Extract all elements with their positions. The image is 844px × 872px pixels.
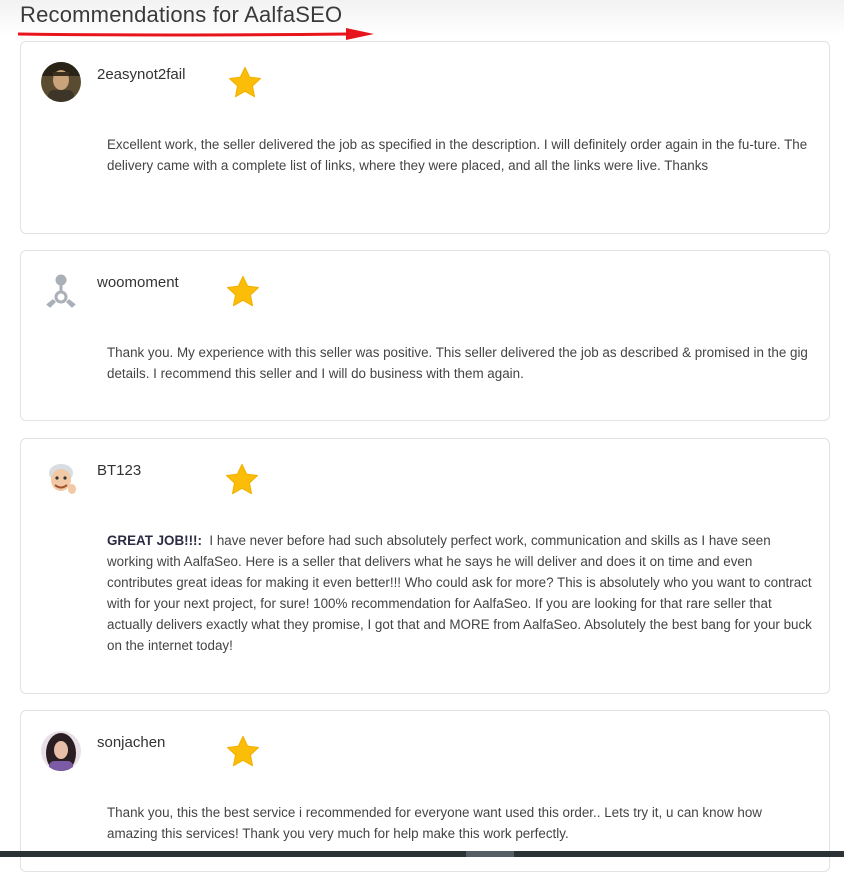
username[interactable]: 2easynot2fail	[97, 66, 185, 83]
username[interactable]: woomoment	[97, 274, 179, 291]
horizontal-scrollbar[interactable]	[0, 851, 844, 857]
review-card: sonjachen Thank you, this the best servi…	[20, 710, 830, 872]
default-user-icon[interactable]	[41, 271, 81, 311]
username[interactable]: BT123	[97, 462, 141, 479]
review-text: Thank you, this the best service i recom…	[107, 805, 762, 841]
review-card: woomoment Thank you. My experience with …	[20, 250, 830, 421]
star-icon	[226, 463, 258, 495]
review-text: Excellent work, the seller delivered the…	[107, 137, 808, 173]
red-arrow-underline	[18, 28, 374, 40]
review-highlight: GREAT JOB!!!:	[107, 533, 202, 548]
user-avatar[interactable]	[41, 731, 81, 771]
review-body: I have never before had such absolutely …	[107, 533, 812, 653]
star-icon	[227, 275, 259, 307]
scrollbar-thumb[interactable]	[466, 851, 514, 857]
page-title: Recommendations for AalfaSEO	[20, 2, 343, 27]
review-card: 2easynot2fail Excellent work, the seller…	[20, 41, 830, 234]
user-avatar[interactable]	[41, 62, 81, 102]
review-text: Thank you. My experience with this selle…	[107, 345, 808, 381]
cartoon-avatar[interactable]	[41, 459, 81, 499]
username[interactable]: sonjachen	[97, 734, 165, 751]
star-icon	[227, 735, 259, 767]
review-text: GREAT JOB!!!: I have never before had su…	[107, 530, 812, 656]
review-card: BT123 GREAT JOB!!!: I have never before …	[20, 438, 830, 694]
star-icon	[229, 66, 261, 98]
